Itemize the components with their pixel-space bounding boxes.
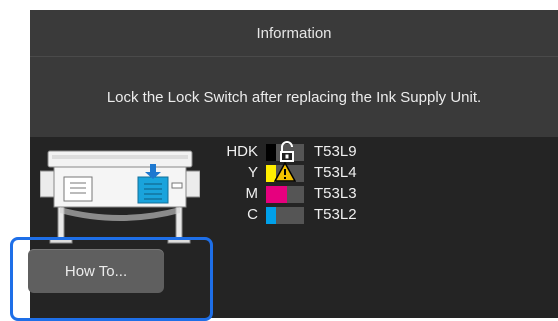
ink-level-bar [266, 207, 304, 224]
ink-level-bar [266, 186, 304, 203]
ink-name: C [247, 206, 258, 223]
warning-icon [274, 162, 296, 182]
page-title: Information [256, 24, 332, 42]
ink-row-y: Y T53L4 [202, 162, 482, 183]
ink-code: T53L9 [314, 143, 357, 160]
unlock-icon [280, 141, 294, 162]
ink-level-bar [266, 162, 304, 182]
ink-name: Y [247, 164, 258, 181]
ink-row-m: M T53L3 [202, 184, 482, 204]
message-panel: Lock the Lock Switch after replacing the… [30, 57, 558, 137]
how-to-button[interactable]: How To... [28, 249, 164, 293]
ink-code: T53L2 [314, 206, 357, 223]
printer-illustration-icon [40, 150, 200, 244]
ink-code: T53L4 [314, 164, 357, 181]
ink-level-fill [266, 207, 276, 224]
ink-name: M [245, 185, 259, 202]
ink-row-c: C T53L2 [202, 205, 482, 225]
ink-level-fill [266, 186, 287, 203]
ink-level-fill [266, 144, 276, 161]
header: Information [30, 10, 558, 56]
ink-row-hdk: HDK T53L9 [202, 141, 482, 162]
ink-name: HDK [226, 143, 258, 160]
how-to-label: How To... [64, 262, 128, 280]
instruction-text: Lock the Lock Switch after replacing the… [106, 88, 482, 106]
ink-level-bar [266, 141, 304, 162]
ink-code: T53L3 [314, 185, 357, 202]
